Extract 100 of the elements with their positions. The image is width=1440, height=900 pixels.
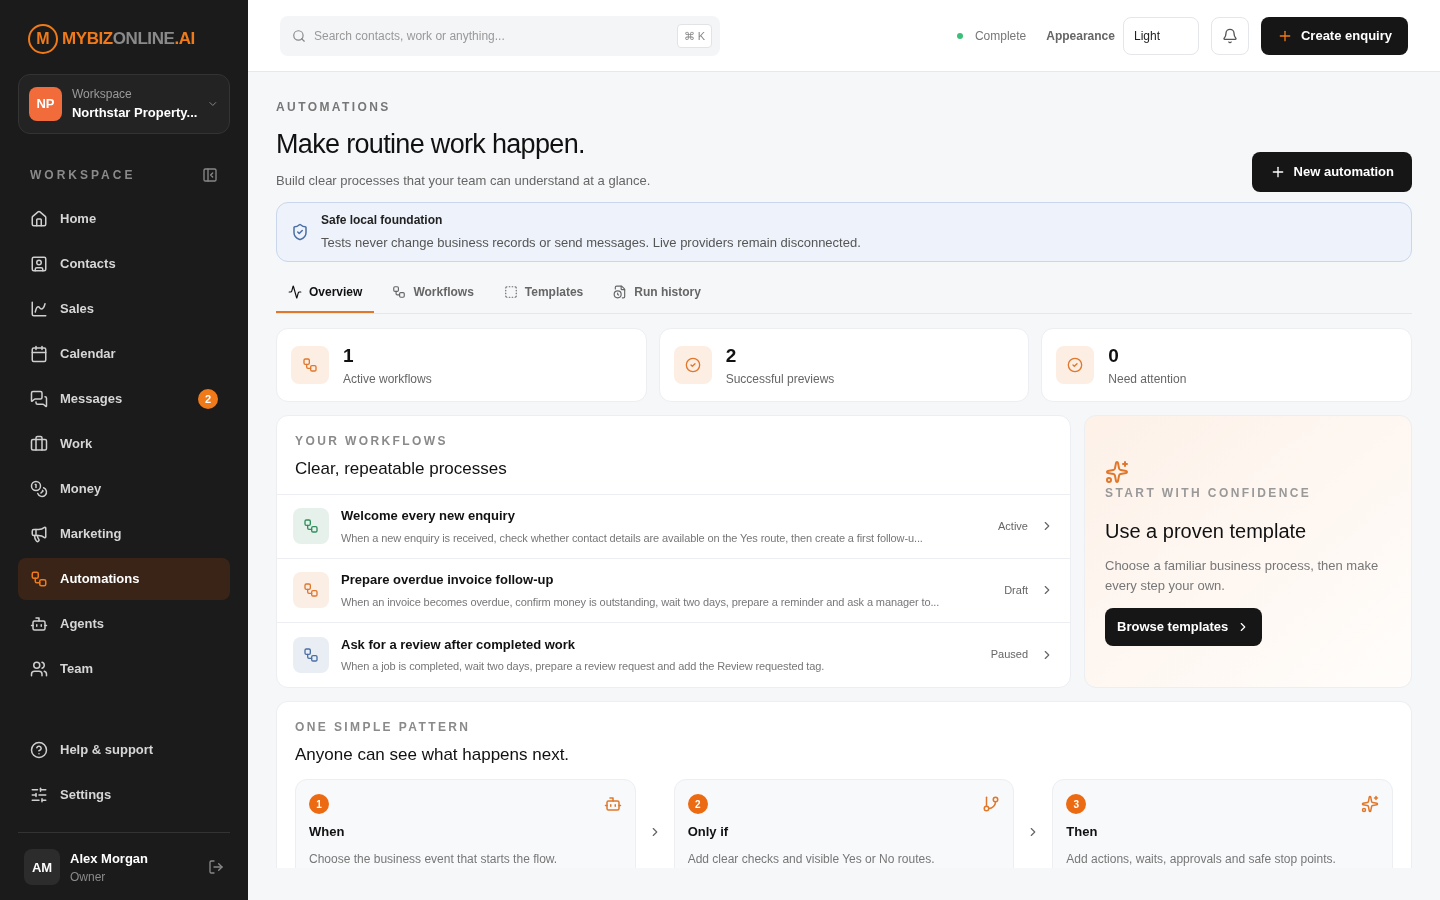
step-title: Then bbox=[1066, 823, 1099, 841]
robot-icon bbox=[30, 615, 48, 633]
workflow-row[interactable]: Welcome every new enquiry When a new enquiry is received, check whether contact details are available on the Yes route, then create a first follow-u... Active bbox=[277, 494, 1070, 559]
section-title: Clear, repeatable processes bbox=[295, 458, 508, 480]
check-circle-icon bbox=[684, 357, 701, 373]
workflow-status: Draft bbox=[1004, 582, 1028, 598]
logo-mark: M bbox=[28, 24, 58, 54]
nav-item[interactable]: Help & support bbox=[18, 728, 230, 771]
nav-item[interactable]: Automations bbox=[18, 558, 230, 600]
stat-value: 2 bbox=[725, 343, 738, 368]
contact-card-icon bbox=[30, 255, 48, 273]
branch-icon bbox=[982, 795, 1001, 813]
unread-badge: 2 bbox=[198, 389, 218, 409]
notice-text: Tests never change business records or send messages. Live providers remain disconnected. bbox=[321, 234, 861, 253]
nav-item[interactable]: Team bbox=[18, 648, 230, 690]
workspace-label: Workspace bbox=[71, 86, 133, 104]
appearance-select[interactable]: Light bbox=[1122, 16, 1199, 55]
messages-icon bbox=[30, 390, 48, 408]
nav-item[interactable]: Calendar bbox=[18, 333, 230, 375]
page-subtitle: Build clear processes that your team can understand at a glance. bbox=[276, 171, 651, 190]
workflow-icon bbox=[392, 285, 407, 299]
workflow-status: Active bbox=[998, 518, 1028, 534]
step-number: 1 bbox=[309, 794, 329, 814]
step-text: Add actions, waits, approvals and safe stop points. bbox=[1066, 850, 1337, 868]
coins-icon bbox=[30, 480, 48, 498]
step-title: Only if bbox=[687, 823, 730, 841]
nav-item[interactable]: Sales bbox=[18, 288, 230, 330]
section-eyebrow: YOUR WORKFLOWS bbox=[295, 433, 449, 450]
nav-item[interactable]: Agents bbox=[18, 603, 230, 645]
workflow-name: Ask for a review after completed work bbox=[341, 635, 577, 654]
new-automation-button[interactable]: New automation bbox=[1251, 152, 1412, 192]
dashed-square-icon bbox=[503, 285, 518, 299]
calendar-icon bbox=[30, 345, 48, 363]
template-title: Use a proven template bbox=[1105, 519, 1308, 544]
tab[interactable]: Overview bbox=[276, 273, 375, 313]
step-number: 2 bbox=[687, 794, 708, 814]
nav-item[interactable]: Work bbox=[18, 423, 230, 465]
tab[interactable]: Run history bbox=[601, 273, 713, 313]
tab[interactable]: Workflows bbox=[380, 273, 486, 313]
bell-icon bbox=[1221, 27, 1238, 44]
appearance-label: Appearance bbox=[1046, 27, 1115, 45]
step-title: When bbox=[309, 823, 346, 841]
workspace-switcher[interactable]: NP Workspace Northstar Property... bbox=[18, 74, 230, 134]
logo-text: MYBIZ bbox=[62, 28, 113, 51]
workflow-row[interactable]: Ask for a review after completed work When a job is completed, wait two days, prepare a review request and add the Review requested tag. Paused bbox=[277, 622, 1070, 687]
workflow-description: When a job is completed, wait two days, prepare a review request and add the Review requested tag. bbox=[341, 659, 826, 674]
sparkles-icon bbox=[1105, 460, 1129, 484]
step-number: 3 bbox=[1066, 794, 1087, 814]
workflow-icon bbox=[302, 357, 318, 373]
stat-value: 1 bbox=[343, 343, 355, 368]
section-title: Anyone can see what happens next. bbox=[295, 743, 571, 766]
home-icon bbox=[30, 210, 48, 228]
section-eyebrow: START WITH CONFIDENCE bbox=[1105, 485, 1313, 502]
nav-item[interactable]: Messages 2 bbox=[18, 378, 230, 420]
nav-item[interactable]: Money bbox=[18, 468, 230, 510]
create-enquiry-button[interactable]: Create enquiry bbox=[1260, 16, 1408, 55]
section-eyebrow: ONE SIMPLE PATTERN bbox=[295, 718, 472, 736]
help-icon bbox=[30, 740, 48, 759]
file-clock-icon bbox=[613, 285, 628, 299]
workspace-name: Northstar Property... bbox=[71, 104, 198, 123]
workspace-avatar: NP bbox=[29, 87, 62, 121]
logout-icon[interactable] bbox=[208, 859, 224, 876]
chart-icon bbox=[30, 300, 48, 318]
search-icon bbox=[292, 28, 306, 43]
nav-item[interactable]: Home bbox=[18, 198, 230, 240]
sparkles-icon bbox=[1361, 795, 1379, 813]
megaphone-icon bbox=[30, 525, 48, 543]
workflow-icon bbox=[303, 518, 319, 534]
workflow-icon bbox=[303, 582, 319, 598]
workflow-icon bbox=[30, 570, 48, 588]
page-eyebrow: AUTOMATIONS bbox=[276, 99, 392, 116]
collapse-sidebar-icon[interactable] bbox=[202, 167, 218, 183]
workflow-icon bbox=[303, 646, 319, 663]
stat-label: Successful previews bbox=[725, 371, 835, 389]
activity-icon bbox=[288, 285, 302, 299]
briefcase-icon bbox=[30, 435, 48, 453]
workflow-row[interactable]: Prepare overdue invoice follow-up When an invoice becomes overdue, confirm money is outstanding, wait two days, prepare a reminder and ask a manager to... Draft bbox=[277, 558, 1070, 623]
notifications-button[interactable] bbox=[1210, 16, 1249, 55]
tab[interactable]: Templates bbox=[491, 273, 596, 313]
robot-icon bbox=[603, 795, 622, 813]
nav-item[interactable]: Marketing bbox=[18, 513, 230, 555]
template-text: Choose a familiar business process, then make every step your own. bbox=[1105, 557, 1380, 595]
status-text: Complete bbox=[974, 27, 1027, 45]
workflow-description: When a new enquiry is received, check whether contact details are available on the Yes route, then create a first follow-u... bbox=[341, 530, 924, 546]
workflow-name: Prepare overdue invoice follow-up bbox=[341, 571, 555, 589]
logo-text: .AI bbox=[174, 28, 195, 51]
nav-item[interactable]: Contacts bbox=[18, 243, 230, 285]
workflow-status: Paused bbox=[990, 647, 1028, 663]
logo-text: ONLINE bbox=[112, 28, 175, 51]
user-avatar: AM bbox=[24, 849, 60, 886]
nav-item[interactable]: Settings bbox=[18, 773, 230, 816]
notice-title: Safe local foundation bbox=[321, 212, 444, 230]
step-text: Choose the business event that starts the flow. bbox=[309, 850, 559, 868]
browse-templates-button[interactable]: Browse templates bbox=[1105, 608, 1263, 646]
user-role: Owner bbox=[70, 869, 107, 886]
workflow-name: Welcome every new enquiry bbox=[341, 507, 516, 525]
settings-icon bbox=[30, 785, 48, 804]
section-heading: WORKSPACE bbox=[30, 167, 136, 184]
shield-check-icon bbox=[291, 223, 309, 241]
workflow-description: When an invoice becomes overdue, confirm money is outstanding, wait two days, prepare a reminder and ask a manager to... bbox=[341, 594, 941, 610]
